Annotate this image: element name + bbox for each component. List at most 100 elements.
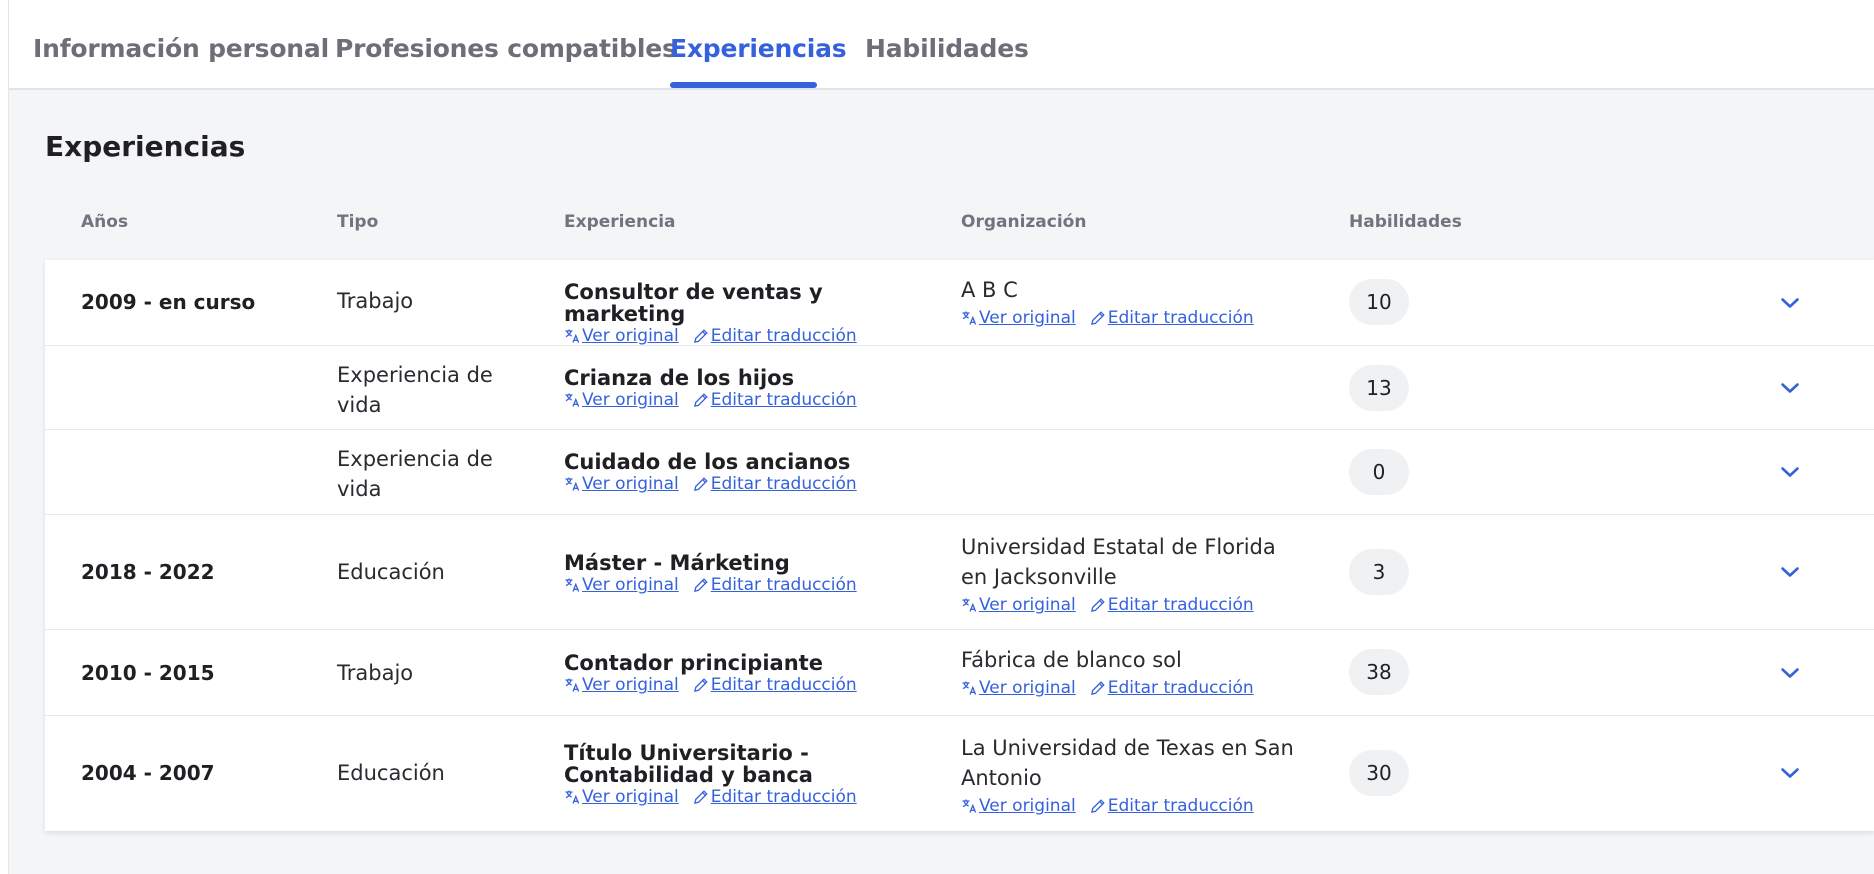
skills-count-badge: 0 (1349, 449, 1409, 495)
organization-translation-links: Ver original Editar traducción (961, 678, 1301, 698)
row-organization: La Universidad de Texas en San Antonio Ve… (961, 733, 1301, 816)
edit-translation-link[interactable]: Editar traducción (693, 787, 857, 807)
edit-translation-link[interactable]: Editar traducción (1090, 796, 1254, 816)
pencil-icon (1090, 798, 1106, 814)
organization-translation-links: Ver original Editar traducción (961, 595, 1301, 615)
experience-translation-links: Ver original Editar traducción (564, 474, 934, 494)
view-original-link[interactable]: Ver original (961, 678, 1076, 698)
expand-row-button[interactable] (1775, 557, 1805, 587)
edit-translation-link[interactable]: Editar traducción (693, 575, 857, 595)
experience-title: Máster - Márketing (564, 551, 790, 575)
row-experience: Cuidado de los ancianos Ver original Edita… (564, 451, 934, 494)
skills-count-badge: 3 (1349, 549, 1409, 595)
row-organization: A B C Ver original Editar traducción (961, 275, 1301, 328)
translate-icon (564, 392, 580, 408)
translate-icon (564, 476, 580, 492)
edit-translation-label: Editar traducción (1107, 308, 1254, 328)
organization-name: A B C (961, 278, 1018, 302)
skills-count-badge: 38 (1349, 649, 1409, 695)
expand-row-button[interactable] (1775, 373, 1805, 403)
app-frame: Información personal Profesiones compati… (8, 0, 1874, 874)
expand-row-button[interactable] (1775, 658, 1805, 688)
expand-row-button[interactable] (1775, 288, 1805, 318)
view-original-link[interactable]: Ver original (564, 326, 679, 346)
row-type: Experiencia de vida (337, 447, 493, 501)
edit-translation-link[interactable]: Editar traducción (1090, 678, 1254, 698)
pencil-icon (1090, 310, 1106, 326)
pencil-icon (1090, 680, 1106, 696)
expand-row-button[interactable] (1775, 457, 1805, 487)
tab-compatible-professions[interactable]: Profesiones compatibles (335, 34, 677, 63)
experiences-section: Experiencias Años Tipo Experiencia Organ… (9, 90, 1874, 874)
table-row: 2018 - 2022 Educación Máster - Márketing Ve… (45, 515, 1874, 630)
row-experience: Título Universitario - Contabilidad y ba… (564, 742, 934, 807)
chevron-down-icon (1778, 460, 1802, 484)
experience-title: Cuidado de los ancianos (564, 450, 851, 474)
view-original-label: Ver original (979, 678, 1076, 698)
edit-translation-label: Editar traducción (710, 474, 857, 494)
view-original-link[interactable]: Ver original (564, 390, 679, 410)
edit-translation-link[interactable]: Editar traducción (693, 675, 857, 695)
view-original-link[interactable]: Ver original (961, 796, 1076, 816)
chevron-down-icon (1778, 560, 1802, 584)
section-title: Experiencias (45, 130, 246, 163)
edit-translation-link[interactable]: Editar traducción (693, 474, 857, 494)
experiences-table: 2009 - en curso Trabajo Consultor de venta… (45, 260, 1874, 831)
row-experience: Contador principiante Ver original Editar … (564, 652, 934, 695)
column-header-type: Tipo (337, 212, 379, 232)
edit-translation-label: Editar traducción (710, 575, 857, 595)
row-years: 2004 - 2007 (81, 761, 215, 785)
translate-icon (961, 798, 977, 814)
edit-translation-link[interactable]: Editar traducción (693, 326, 857, 346)
pencil-icon (693, 577, 709, 593)
tab-experiences[interactable]: Experiencias (670, 34, 847, 63)
row-type: Experiencia de vida (337, 363, 493, 417)
view-original-label: Ver original (582, 675, 679, 695)
experience-title: Título Universitario - Contabilidad y ba… (564, 741, 813, 787)
row-type: Trabajo (337, 289, 414, 313)
view-original-link[interactable]: Ver original (564, 575, 679, 595)
organization-name: Fábrica de blanco sol (961, 648, 1182, 672)
row-organization: Universidad Estatal de Florida en Jackso… (961, 532, 1301, 615)
experience-title: Consultor de ventas y marketing (564, 280, 823, 326)
expand-row-button[interactable] (1775, 758, 1805, 788)
organization-name: La Universidad de Texas en San Antonio (961, 736, 1294, 790)
row-experience: Consultor de ventas y marketing Ver origi… (564, 281, 934, 346)
view-original-label: Ver original (979, 595, 1076, 615)
edit-translation-label: Editar traducción (1107, 678, 1254, 698)
table-header: Años Tipo Experiencia Organización Habil… (9, 212, 1874, 252)
chevron-down-icon (1778, 661, 1802, 685)
tab-personal-info[interactable]: Información personal (33, 34, 329, 63)
table-row: Experiencia de vida Crianza de los hijos V… (45, 346, 1874, 430)
tab-skills[interactable]: Habilidades (865, 34, 1029, 63)
table-row: 2004 - 2007 Educación Título Universitario… (45, 716, 1874, 831)
view-original-link[interactable]: Ver original (564, 675, 679, 695)
edit-translation-label: Editar traducción (1107, 595, 1254, 615)
edit-translation-label: Editar traducción (710, 675, 857, 695)
view-original-link[interactable]: Ver original (961, 595, 1076, 615)
row-experience: Máster - Márketing Ver original Editar tra… (564, 552, 934, 595)
view-original-link[interactable]: Ver original (961, 308, 1076, 328)
view-original-label: Ver original (582, 326, 679, 346)
view-original-label: Ver original (582, 575, 679, 595)
row-years: 2018 - 2022 (81, 560, 215, 584)
view-original-link[interactable]: Ver original (564, 474, 679, 494)
skills-count-badge: 10 (1349, 279, 1409, 325)
view-original-label: Ver original (582, 474, 679, 494)
view-original-link[interactable]: Ver original (564, 787, 679, 807)
translate-icon (564, 789, 580, 805)
column-header-organization: Organización (961, 212, 1087, 232)
view-original-label: Ver original (979, 308, 1076, 328)
edit-translation-link[interactable]: Editar traducción (1090, 595, 1254, 615)
active-tab-indicator (670, 82, 817, 88)
edit-translation-link[interactable]: Editar traducción (1090, 308, 1254, 328)
pencil-icon (693, 677, 709, 693)
edit-translation-link[interactable]: Editar traducción (693, 390, 857, 410)
column-header-skills: Habilidades (1349, 212, 1462, 232)
pencil-icon (693, 392, 709, 408)
row-organization: Fábrica de blanco sol Ver original Editar … (961, 645, 1301, 698)
pencil-icon (1090, 597, 1106, 613)
translate-icon (564, 677, 580, 693)
pencil-icon (693, 476, 709, 492)
organization-translation-links: Ver original Editar traducción (961, 308, 1301, 328)
